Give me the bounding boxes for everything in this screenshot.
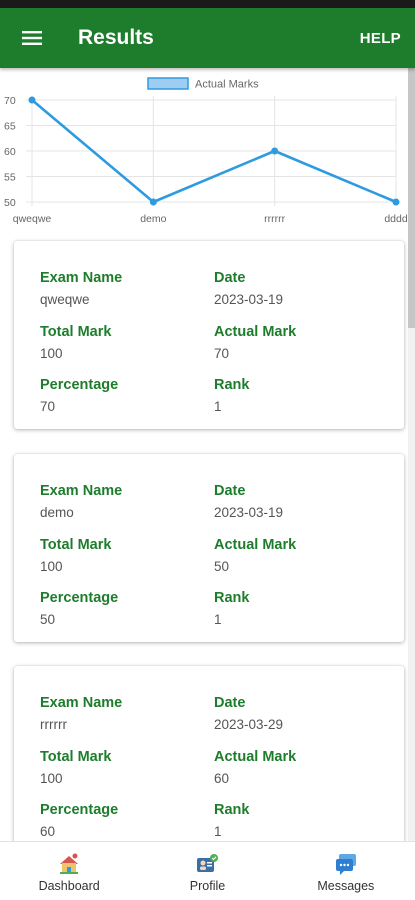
nav-dashboard[interactable]: Dashboard xyxy=(0,842,138,900)
data-point xyxy=(28,96,36,104)
menu-icon xyxy=(22,31,42,45)
legend-swatch xyxy=(147,77,189,90)
percentage-value: 70 xyxy=(40,399,56,414)
rank-label: Rank xyxy=(214,590,250,606)
total-mark-field: Total Mark 100 xyxy=(40,323,111,363)
total-mark-label: Total Mark xyxy=(40,324,112,340)
percentage-value: 50 xyxy=(40,612,56,627)
actual-mark-value: 50 xyxy=(214,559,230,574)
date-field: Date 2023-03-19 xyxy=(214,482,283,522)
actual-mark-field: Actual Mark 50 xyxy=(214,536,296,576)
messages-icon xyxy=(335,854,356,875)
date-label: Date xyxy=(214,695,246,711)
exam-name-value: rrrrrr xyxy=(40,717,67,732)
exam-name-value: demo xyxy=(40,505,74,520)
percentage-label: Percentage xyxy=(40,802,119,818)
actual-mark-value: 70 xyxy=(214,346,230,361)
rank-label: Rank xyxy=(214,802,250,818)
percentage-field: Percentage 50 xyxy=(40,589,118,629)
percentage-field: Percentage 70 xyxy=(40,376,118,416)
exam-name-field: Exam Name demo xyxy=(40,482,122,522)
nav-dashboard-label: Dashboard xyxy=(38,879,100,893)
y-tick-label: 65 xyxy=(4,121,16,133)
marks-line-chart: 50 55 60 65 70 qweqwe demo rrrrrr dddd Actual Mar… xyxy=(4,77,408,225)
x-tick-label: rrrrrr xyxy=(264,213,285,225)
results-content[interactable]: 50 55 60 65 70 qweqwe demo rrrrrr dddd Actual Mar… xyxy=(0,68,415,841)
percentage-value: 60 xyxy=(40,824,56,839)
total-mark-value: 100 xyxy=(40,346,63,361)
date-value: 2023-03-19 xyxy=(214,505,284,520)
x-tick-label: dddd xyxy=(384,213,408,225)
y-tick-label: 70 xyxy=(4,95,16,107)
date-field: Date 2023-03-29 xyxy=(214,694,283,734)
result-card: Exam Name demo Date 2023-03-19 Total Mark 100… xyxy=(14,454,404,642)
exam-name-field: Exam Name rrrrrr xyxy=(40,694,122,734)
data-point xyxy=(149,198,157,206)
rank-field: Rank 1 xyxy=(214,589,249,629)
bottom-navigation: Dashboard Profile Messages xyxy=(0,841,415,900)
y-tick-label: 50 xyxy=(4,197,16,209)
date-label: Date xyxy=(214,270,246,286)
rank-value: 1 xyxy=(214,399,222,414)
app-bar: Results HELP xyxy=(0,8,415,68)
total-mark-label: Total Mark xyxy=(40,537,112,553)
rank-label: Rank xyxy=(214,377,250,393)
data-point xyxy=(271,147,279,155)
y-tick-label: 60 xyxy=(4,146,16,158)
marks-chart: 50 55 60 65 70 qweqwe demo rrrrrr dddd Actual Mar… xyxy=(0,68,408,230)
scrollbar-thumb[interactable] xyxy=(408,68,415,328)
nav-profile[interactable]: Profile xyxy=(138,842,276,900)
total-mark-value: 100 xyxy=(40,771,63,786)
status-bar xyxy=(0,0,415,8)
total-mark-label: Total Mark xyxy=(40,749,112,765)
dashboard-icon xyxy=(60,853,79,874)
x-tick-label: qweqwe xyxy=(13,213,52,225)
actual-mark-label: Actual Mark xyxy=(214,749,297,765)
rank-field: Rank 1 xyxy=(214,801,249,841)
nav-messages-label: Messages xyxy=(317,879,375,893)
rank-field: Rank 1 xyxy=(214,376,249,416)
menu-button[interactable] xyxy=(0,8,64,68)
actual-mark-value: 60 xyxy=(214,771,230,786)
exam-name-field: Exam Name qweqwe xyxy=(40,269,122,309)
date-value: 2023-03-29 xyxy=(214,717,284,732)
rank-value: 1 xyxy=(214,824,222,839)
exam-name-value: qweqwe xyxy=(40,292,90,307)
date-label: Date xyxy=(214,483,246,499)
date-value: 2023-03-19 xyxy=(214,292,284,307)
percentage-field: Percentage 60 xyxy=(40,801,118,841)
actual-mark-label: Actual Mark xyxy=(214,537,297,553)
percentage-label: Percentage xyxy=(40,590,119,606)
rank-value: 1 xyxy=(214,612,222,627)
total-mark-value: 100 xyxy=(40,559,63,574)
actual-mark-field: Actual Mark 60 xyxy=(214,748,296,788)
nav-messages[interactable]: Messages xyxy=(277,842,415,900)
total-mark-field: Total Mark 100 xyxy=(40,748,111,788)
date-field: Date 2023-03-19 xyxy=(214,269,283,309)
page-title: Results xyxy=(78,26,154,49)
result-card: Exam Name rrrrrr Date 2023-03-29 Total Mark 1… xyxy=(14,666,404,841)
exam-name-label: Exam Name xyxy=(40,483,123,499)
exam-name-label: Exam Name xyxy=(40,695,123,711)
help-button[interactable]: HELP xyxy=(360,30,415,47)
x-tick-label: demo xyxy=(140,213,166,225)
scrollbar[interactable] xyxy=(408,68,415,841)
actual-mark-label: Actual Mark xyxy=(214,324,297,340)
actual-mark-field: Actual Mark 70 xyxy=(214,323,296,363)
legend-label: Actual Marks xyxy=(195,79,259,91)
data-point xyxy=(392,198,400,206)
result-card: Exam Name qweqwe Date 2023-03-19 Total Mark 1… xyxy=(14,241,404,429)
total-mark-field: Total Mark 100 xyxy=(40,536,111,576)
percentage-label: Percentage xyxy=(40,377,119,393)
nav-profile-label: Profile xyxy=(189,879,226,893)
profile-icon xyxy=(197,854,219,872)
y-tick-label: 55 xyxy=(4,172,16,184)
exam-name-label: Exam Name xyxy=(40,270,123,286)
